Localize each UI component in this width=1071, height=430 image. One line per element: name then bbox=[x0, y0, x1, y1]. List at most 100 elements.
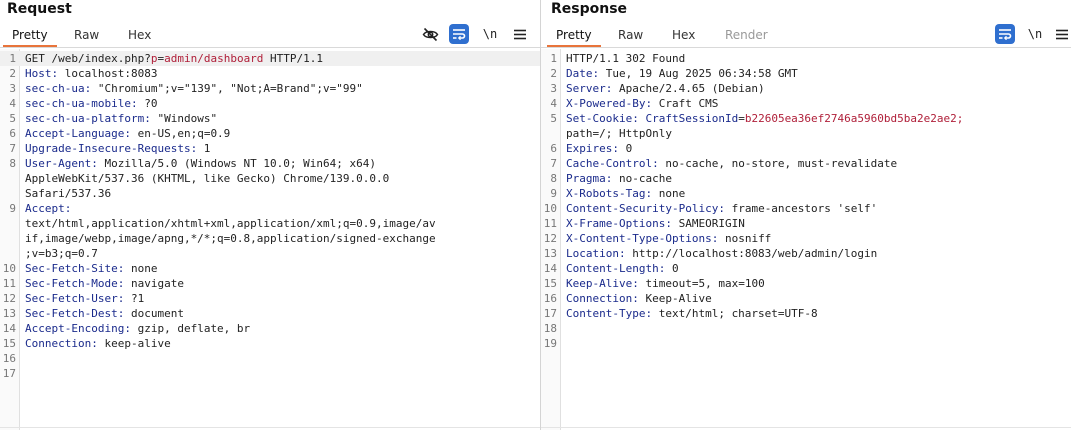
response-editor[interactable]: 1 HTTP/1.1 302 Found 2 Date: Tue, 19 Aug 20… bbox=[541, 49, 1071, 430]
line-code: HTTP/1.1 302 Found bbox=[566, 51, 685, 66]
line-text: gzip, deflate, br bbox=[130, 322, 251, 335]
line-code: Keep-Alive: timeout=5, max=100 bbox=[566, 276, 765, 291]
line-text: timeout=5, max=100 bbox=[638, 277, 765, 290]
line-number: 16 bbox=[543, 292, 557, 305]
line-number: 13 bbox=[543, 247, 557, 260]
request-line: 8 User-Agent: Mozilla/5.0 (Windows NT 10.… bbox=[0, 156, 540, 171]
line-text: no-cache, no-store, must-revalidate bbox=[658, 157, 898, 170]
response-tabs: Pretty Raw Hex Render bbox=[541, 24, 1071, 47]
response-line: 8 Pragma: no-cache bbox=[541, 171, 1071, 186]
response-title: Response bbox=[551, 1, 628, 17]
line-text: none bbox=[652, 187, 686, 200]
line-number: 13 bbox=[2, 307, 16, 320]
header-name: Host: bbox=[25, 67, 59, 80]
header-name: sec-ch-ua-mobile: bbox=[25, 97, 138, 110]
line-text: "Chromium";v="139", "Not;A=Brand";v="99" bbox=[91, 82, 363, 95]
response-line: path=/; HttpOnly bbox=[541, 126, 1071, 141]
word-wrap-icon[interactable] bbox=[995, 24, 1015, 44]
highlighted-value: admin/dashboard bbox=[164, 52, 264, 65]
line-number: 14 bbox=[543, 262, 557, 275]
response-line: 5 Set-Cookie: CraftSessionId=b22605ea36ef… bbox=[541, 111, 1071, 126]
response-line: 11 X-Frame-Options: SAMEORIGIN bbox=[541, 216, 1071, 231]
request-bottom-border bbox=[0, 427, 540, 428]
request-line: 10 Sec-Fetch-Site: none bbox=[0, 261, 540, 276]
line-code: Set-Cookie: CraftSessionId=b22605ea36ef2… bbox=[566, 111, 963, 126]
line-code: Sec-Fetch-User: ?1 bbox=[25, 291, 144, 306]
response-tab-pretty[interactable]: Pretty bbox=[547, 24, 601, 47]
response-line: 15 Keep-Alive: timeout=5, max=100 bbox=[541, 276, 1071, 291]
line-text: if,image/webp,image/apng,*/*;q=0.8,appli… bbox=[25, 232, 436, 245]
hamburger-menu-icon[interactable] bbox=[1052, 24, 1071, 44]
line-code: Connection: Keep-Alive bbox=[566, 291, 712, 306]
line-code: if,image/webp,image/apng,*/*;q=0.8,appli… bbox=[25, 231, 436, 246]
header-name: Content-Type: bbox=[566, 307, 653, 320]
line-text: no-cache bbox=[612, 172, 672, 185]
response-tab-raw[interactable]: Raw bbox=[609, 24, 652, 45]
line-code: X-Frame-Options: SAMEORIGIN bbox=[566, 216, 745, 231]
line-number: 15 bbox=[543, 277, 557, 290]
header-name: X-Frame-Options: bbox=[566, 217, 672, 230]
response-line: 6 Expires: 0 bbox=[541, 141, 1071, 156]
line-code: Sec-Fetch-Site: none bbox=[25, 261, 157, 276]
request-line: text/html,application/xhtml+xml,applicat… bbox=[0, 216, 540, 231]
line-number: 16 bbox=[2, 352, 16, 365]
header-name: Upgrade-Insecure-Requests: bbox=[25, 142, 198, 155]
response-tabs-divider bbox=[541, 47, 1071, 48]
line-text: HTTP/1.1 bbox=[263, 52, 324, 65]
request-line: 6 Accept-Language: en-US,en;q=0.9 bbox=[0, 126, 540, 141]
response-line: 13 Location: http://localhost:8083/web/ad… bbox=[541, 246, 1071, 261]
response-line: 4 X-Powered-By: Craft CMS bbox=[541, 96, 1071, 111]
header-name: X-Powered-By: bbox=[566, 97, 653, 110]
header-name: Keep-Alive: bbox=[566, 277, 639, 290]
response-line: 16 Connection: Keep-Alive bbox=[541, 291, 1071, 306]
line-number: 2 bbox=[550, 67, 557, 80]
request-pane: Request Pretty Raw Hex \n 1 GET /web/inde… bbox=[0, 0, 540, 430]
line-number: 10 bbox=[543, 202, 557, 215]
line-code: Accept-Encoding: gzip, deflate, br bbox=[25, 321, 250, 336]
line-number: 10 bbox=[2, 262, 16, 275]
line-text: AppleWebKit/537.36 (KHTML, like Gecko) C… bbox=[25, 172, 390, 185]
request-line: AppleWebKit/537.36 (KHTML, like Gecko) C… bbox=[0, 171, 540, 186]
line-code: ;v=b3;q=0.7 bbox=[25, 246, 98, 261]
line-text: Safari/537.36 bbox=[25, 187, 112, 200]
line-code: Location: http://localhost:8083/web/admi… bbox=[566, 246, 877, 261]
hamburger-menu-icon[interactable] bbox=[510, 24, 530, 44]
line-text: "Windows" bbox=[150, 112, 218, 125]
request-line: if,image/webp,image/apng,*/*;q=0.8,appli… bbox=[0, 231, 540, 246]
line-number: 17 bbox=[2, 367, 16, 380]
line-number: 3 bbox=[550, 82, 557, 95]
header-name: Cache-Control: bbox=[566, 157, 659, 170]
line-code: sec-ch-ua: "Chromium";v="139", "Not;A=Br… bbox=[25, 81, 363, 96]
line-text: localhost:8083 bbox=[58, 67, 158, 80]
line-text: SAMEORIGIN bbox=[671, 217, 745, 230]
request-lines: 1 GET /web/index.php?p=admin/dashboard HT… bbox=[0, 51, 540, 381]
header-name: Connection: bbox=[566, 292, 639, 305]
newline-toggle-button[interactable]: \n bbox=[1025, 24, 1045, 44]
line-code: User-Agent: Mozilla/5.0 (Windows NT 10.0… bbox=[25, 156, 376, 171]
line-code: GET /web/index.php?p=admin/dashboard HTT… bbox=[25, 51, 323, 66]
request-tab-hex[interactable]: Hex bbox=[119, 24, 160, 45]
line-code: Sec-Fetch-Mode: navigate bbox=[25, 276, 184, 291]
response-line: 17 Content-Type: text/html; charset=UTF-8 bbox=[541, 306, 1071, 321]
request-tab-raw[interactable]: Raw bbox=[65, 24, 108, 45]
line-text: ?1 bbox=[124, 292, 145, 305]
line-text: 1 bbox=[197, 142, 211, 155]
line-code: X-Robots-Tag: none bbox=[566, 186, 685, 201]
line-code: Safari/537.36 bbox=[25, 186, 111, 201]
line-code: Server: Apache/2.4.65 (Debian) bbox=[566, 81, 765, 96]
response-line: 1 HTTP/1.1 302 Found bbox=[541, 51, 1071, 66]
response-tab-hex[interactable]: Hex bbox=[663, 24, 704, 45]
request-line: 5 sec-ch-ua-platform: "Windows" bbox=[0, 111, 540, 126]
highlighted-value: b22605ea36ef2746a5960bd5ba2e2ae2; bbox=[744, 112, 964, 125]
request-editor[interactable]: 1 GET /web/index.php?p=admin/dashboard HT… bbox=[0, 49, 540, 430]
line-code: Content-Security-Policy: frame-ancestors… bbox=[566, 201, 877, 216]
eye-off-icon[interactable] bbox=[420, 24, 440, 44]
word-wrap-icon[interactable] bbox=[449, 24, 469, 44]
line-number: 6 bbox=[9, 127, 16, 140]
request-tab-pretty[interactable]: Pretty bbox=[3, 24, 57, 47]
line-code: Cache-Control: no-cache, no-store, must-… bbox=[566, 156, 897, 171]
newline-toggle-button[interactable]: \n bbox=[480, 24, 500, 44]
line-text: 0 bbox=[618, 142, 633, 155]
response-tab-render[interactable]: Render bbox=[716, 24, 777, 45]
request-line: 3 sec-ch-ua: "Chromium";v="139", "Not;A=B… bbox=[0, 81, 540, 96]
